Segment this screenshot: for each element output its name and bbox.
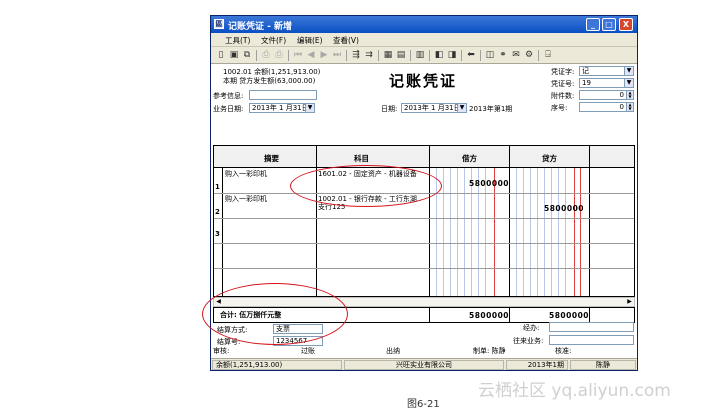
seq-field[interactable]: 0 ▲ ▼ [579, 102, 634, 112]
total-credit: 5800000 [549, 311, 590, 320]
col-header-summary: 摘要 [264, 154, 279, 163]
total-debit: 5800000 [469, 311, 510, 320]
status-balance: 余额(1,251,913.00) [212, 360, 342, 370]
minimize-button[interactable]: _ [586, 18, 600, 31]
chevron-down-icon[interactable]: ▼ [624, 79, 633, 87]
attachments-label: 附件数: [551, 92, 575, 100]
attach-icon[interactable]: ◫ [484, 49, 496, 61]
menu-edit[interactable]: 编辑(E) [297, 35, 323, 46]
delete-row-icon[interactable]: ⇉ [363, 49, 375, 61]
voucher-no-label: 凭证号: [551, 80, 575, 88]
spinner-icon[interactable]: ▲ ▼ [626, 103, 633, 111]
biz-date-picker[interactable]: 2013年 1 月31日 ▼ [249, 103, 315, 113]
checker-label: 核准: [555, 347, 572, 355]
new-icon[interactable]: ▯ [215, 49, 227, 61]
ref-info-input[interactable] [249, 90, 317, 100]
status-company: 兴旺实业有限公司 [344, 360, 504, 370]
page-title: 记账凭证 [389, 72, 458, 90]
counterparty-label: 往来业务: [513, 337, 544, 345]
save-icon[interactable]: ▣ [228, 49, 240, 61]
exit-icon[interactable]: ⍈ [542, 49, 554, 61]
annotation-oval-subject [290, 165, 442, 207]
mail-icon[interactable]: ✉ [510, 49, 522, 61]
attachments-field[interactable]: 0 ▲ ▼ [579, 90, 634, 100]
maximize-button[interactable]: □ [602, 18, 616, 31]
menu-bar: 工具(T) 文件(F) 编辑(E) 查看(V) [211, 33, 637, 47]
close-button[interactable]: X [619, 18, 633, 31]
counterparty-input[interactable] [549, 335, 634, 345]
voucher-no-select[interactable]: 19 ▼ [579, 78, 634, 88]
biz-date-label: 业务日期: [213, 105, 244, 113]
annotation-oval-settlement [202, 283, 348, 345]
spinner-icon[interactable]: ▲ ▼ [626, 91, 633, 99]
link-icon[interactable]: ⚭ [497, 49, 509, 61]
seq-label: 序号: [551, 104, 568, 112]
grid-header: 摘要 科目 借方 贷方 [214, 146, 634, 168]
prev-icon[interactable]: ◀ [305, 49, 317, 61]
date-label: 日期: [381, 105, 398, 113]
print-icon[interactable]: ⎙ [273, 49, 285, 61]
row-number: 2 [215, 208, 220, 216]
scroll-right-icon[interactable]: ▶ [625, 298, 634, 306]
col-header-debit: 借方 [462, 154, 477, 163]
entry-grid: 摘要 科目 借方 贷方 1 购入一彩印机 1601.02 - 固定资产 - 机器… [213, 145, 635, 297]
app-icon: 區 [214, 19, 224, 29]
settings-icon[interactable]: ⚙ [523, 49, 535, 61]
status-period: 2013年1期 [506, 360, 568, 370]
row-number: 3 [215, 230, 220, 238]
handler-label: 经办: [523, 324, 540, 332]
chevron-down-icon[interactable]: ▼ [624, 67, 633, 75]
row-credit[interactable]: 5800000 [544, 204, 584, 213]
watermark: 云栖社区 yq.aliyun.com [478, 381, 671, 401]
calculator-icon[interactable]: ▦ [382, 49, 394, 61]
last-icon[interactable]: ⏭ [331, 49, 343, 61]
title-bar: 區 记账凭证 - 新增 _ □ X [211, 16, 637, 33]
status-user: 陈静 [570, 360, 636, 370]
chevron-down-icon[interactable]: ▼ [305, 104, 314, 112]
row-number: 1 [215, 183, 220, 191]
print-preview-icon[interactable]: ⎙ [260, 49, 272, 61]
row-summary[interactable]: 购入一彩印机 [225, 195, 267, 204]
window-title: 记账凭证 - 新增 [228, 22, 293, 32]
insert-row-icon[interactable]: ⇶ [350, 49, 362, 61]
period-amount-line: 本期 贷方发生额(63,000.00) [223, 77, 316, 85]
row-summary[interactable]: 购入一彩印机 [225, 170, 267, 179]
audit-label: 审核: [213, 347, 230, 355]
voucher-word-select[interactable]: 记 ▼ [579, 66, 634, 76]
book-icon[interactable]: ◧ [433, 49, 445, 61]
maker-label: 制单: 陈静 [473, 347, 506, 355]
col-header-subject: 科目 [354, 154, 369, 163]
toolbar: ▯ ▣ ⧉ ⎙ ⎙ ⏮ ◀ ▶ ⏭ ⇶ ⇉ ▦ ▤ ▥ ◧ ◨ ⬅ ◫ ⚭ ✉ … [211, 47, 637, 64]
row-debit[interactable]: 5800000 [469, 179, 509, 188]
menu-tools[interactable]: 工具(T) [225, 35, 250, 46]
first-icon[interactable]: ⏮ [292, 49, 304, 61]
handler-input[interactable] [549, 322, 634, 332]
cashier-label: 出纳 [386, 347, 400, 355]
posting-label: 过账 [301, 347, 315, 355]
status-bar: 余额(1,251,913.00) 兴旺实业有限公司 2013年1期 陈静 [211, 358, 637, 370]
view-icon[interactable]: ◨ [446, 49, 458, 61]
period-label: 2013年第1期 [469, 105, 513, 113]
col-header-credit: 贷方 [542, 154, 557, 163]
grid-icon[interactable]: ▥ [414, 49, 426, 61]
report-icon[interactable]: ▤ [395, 49, 407, 61]
menu-view[interactable]: 查看(V) [333, 35, 359, 46]
chevron-down-icon[interactable]: ▼ [457, 104, 466, 112]
next-icon[interactable]: ▶ [318, 49, 330, 61]
figure-caption: 图6-21 [407, 399, 440, 410]
back-icon[interactable]: ⬅ [465, 49, 477, 61]
date-picker[interactable]: 2013年 1 月31日 ▼ [401, 103, 467, 113]
copy-icon[interactable]: ⧉ [241, 49, 253, 61]
menu-file[interactable]: 文件(F) [261, 35, 286, 46]
voucher-word-label: 凭证字: [551, 68, 575, 76]
ref-info-label: 参考信息: [213, 92, 244, 100]
